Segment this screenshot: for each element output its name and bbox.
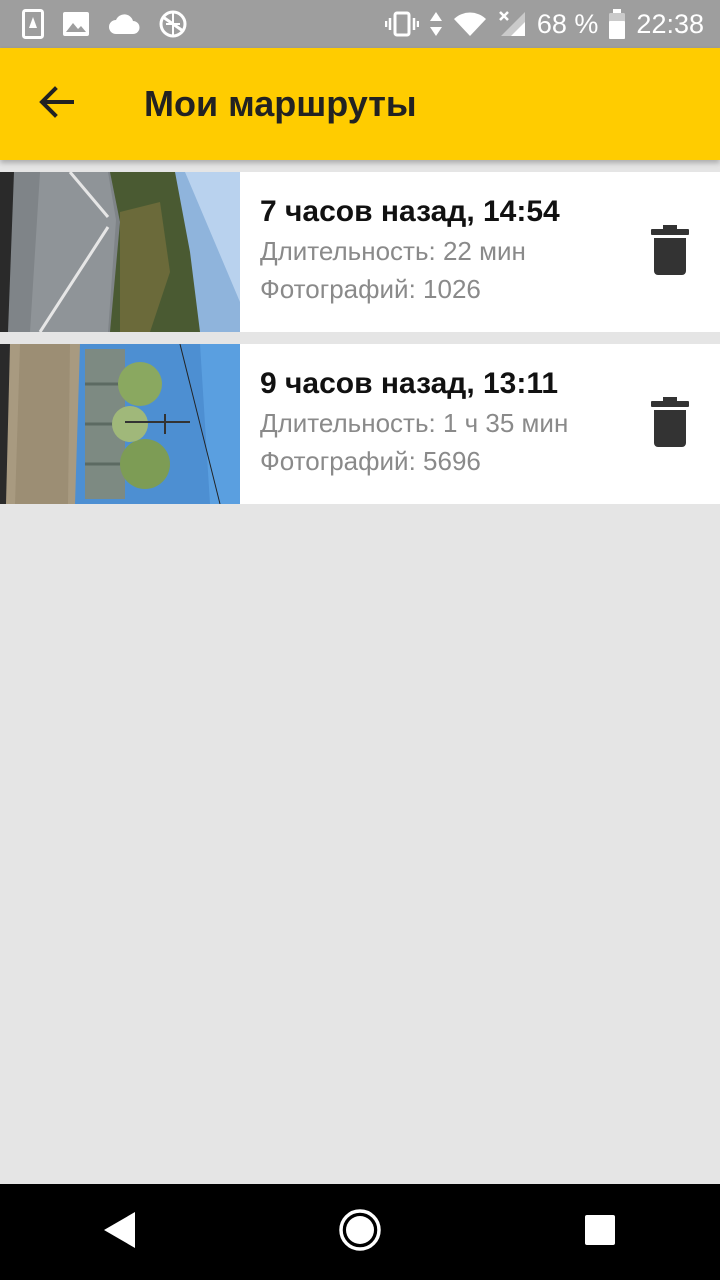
clock: 22:38 [636,8,704,39]
route-thumbnail [0,172,240,332]
nav-back-button[interactable] [72,1184,168,1280]
battery-icon [608,9,626,39]
delete-route-button[interactable] [640,394,700,454]
sim-card-icon [22,9,44,39]
circle-home-icon [338,1208,382,1257]
cell-signal-icon [497,10,527,38]
delete-route-button[interactable] [640,222,700,282]
no-network-icon [158,9,188,39]
routes-list: 7 часов назад, 14:54 Длительность: 22 ми… [0,172,720,516]
data-arrows-icon [429,10,443,38]
status-bar: 68 % 22:38 [0,0,720,48]
square-recents-icon [584,1214,616,1251]
app-bar: Мои маршруты [0,48,720,160]
back-button[interactable] [0,48,112,160]
wifi-icon [453,11,487,37]
cloud-icon [108,13,140,35]
image-icon [62,11,90,37]
trash-icon [651,224,689,280]
route-item[interactable]: 9 часов назад, 13:11 Длительность: 1 ч 3… [0,344,720,504]
system-navigation-bar [0,1184,720,1280]
vibrate-icon [384,11,419,37]
triangle-back-icon [103,1211,137,1254]
route-item[interactable]: 7 часов назад, 14:54 Длительность: 22 ми… [0,172,720,332]
trash-icon [651,396,689,452]
nav-recents-button[interactable] [552,1184,648,1280]
nav-home-button[interactable] [312,1184,408,1280]
arrow-back-icon [38,85,74,123]
page-title: Мои маршруты [144,83,417,124]
route-thumbnail [0,344,240,504]
battery-percent: 68 % [536,8,599,39]
